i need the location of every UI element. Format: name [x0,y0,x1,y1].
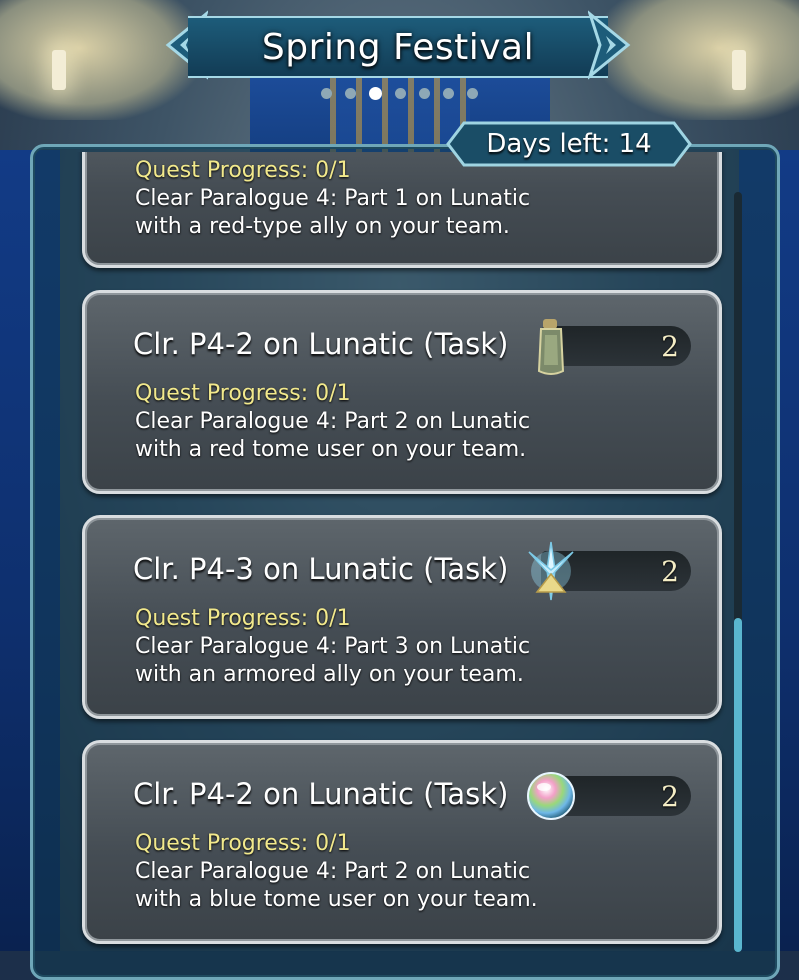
reward-slot: 2 [523,772,693,820]
quest-description-line2: with a red tome user on your team. [135,437,527,462]
quest-progress: Quest Progress: 0/1 [135,381,351,406]
quest-title: Clr. P4-2 on Lunatic (Task) [133,777,509,811]
days-left-badge: Days left: 14 [446,121,692,167]
quest-description-line1: Clear Paralogue 4: Part 2 on Lunatic [135,859,531,884]
event-title-banner: Spring Festival [160,8,636,82]
candle-icon [52,50,66,90]
quest-description-line2: with an armored ally on your team. [135,662,524,687]
page-dot[interactable] [321,88,332,99]
page-dot[interactable] [395,88,406,99]
quest-progress: Quest Progress: 0/1 [135,831,351,856]
page-dot[interactable] [345,88,356,99]
reward-count: 2 [661,554,679,588]
quest-progress: Quest Progress: 0/1 [135,158,351,183]
page-dot[interactable] [419,88,430,99]
days-left-text: Days left: 14 [486,129,652,159]
quest-card[interactable]: Clr. P4-2 on Lunatic (Task) 2 Quest Prog… [82,740,722,944]
page-indicator [0,87,799,100]
quest-progress: Quest Progress: 0/1 [135,606,351,631]
quest-card[interactable]: Clr. P4-2 on Lunatic (Task) 2 Quest Prog… [82,290,722,494]
scrollbar-thumb[interactable] [734,618,742,952]
page-dot[interactable] [369,87,382,100]
quest-title: Clr. P4-3 on Lunatic (Task) [133,552,509,586]
orb-icon [527,772,575,820]
reward-count: 2 [661,779,679,813]
quest-description-line1: Clear Paralogue 4: Part 3 on Lunatic [135,634,531,659]
page-dot[interactable] [467,88,478,99]
quest-description-line2: with a red-type ally on your team. [135,214,510,239]
title-bar: Spring Festival [188,16,608,78]
quest-title: Clr. P4-2 on Lunatic (Task) [133,327,509,361]
candle-icon [732,50,746,90]
reward-slot: 2 [523,541,693,601]
reward-slot: 2 [523,319,693,375]
page-title: Spring Festival [261,26,535,68]
reward-count: 2 [661,329,679,363]
sacred-coin-bottle-icon [537,319,565,375]
quest-card[interactable]: Clr. P4-3 on Lunatic (Task) 2 Quest Prog… [82,515,722,719]
quest-description-line2: with a blue tome user on your team. [135,887,538,912]
title-ornament-right-icon [588,10,631,80]
hero-feather-crest-icon [528,541,574,601]
quest-description-line1: Clear Paralogue 4: Part 1 on Lunatic [135,186,531,211]
page-dot[interactable] [443,88,454,99]
quest-description-line1: Clear Paralogue 4: Part 2 on Lunatic [135,409,531,434]
